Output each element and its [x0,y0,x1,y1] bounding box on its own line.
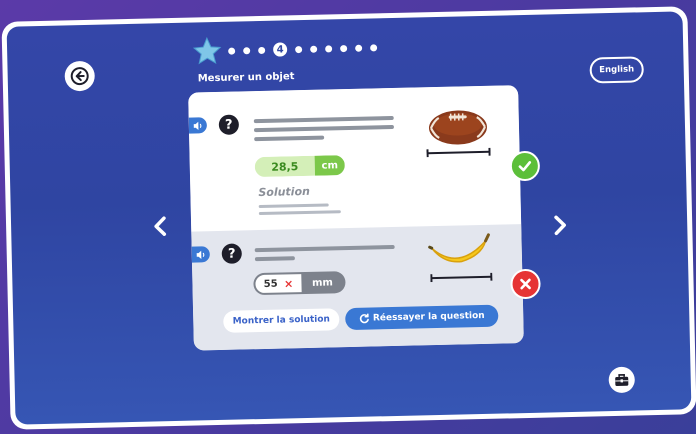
progress-dot-current: 4 [273,42,288,57]
answer-field-incorrect: 55 × mm [253,271,346,296]
answer-field-correct: 28,5 cm [254,155,346,178]
progress-dot [295,45,303,53]
progress-dot [325,44,333,52]
speaker-icon [193,121,201,130]
help-question-icon[interactable]: ? [218,114,240,135]
retry-label: Réessayer la question [372,310,485,324]
football-icon [428,110,487,145]
question-text-line [254,244,395,253]
measure-bar-icon [430,272,493,283]
retry-question-button[interactable]: Réessayer la question [345,304,499,331]
star-icon [192,36,222,65]
question-text-line [254,256,295,262]
retry-icon [359,313,369,324]
page-title: Mesurer un objet [197,71,295,85]
show-solution-button[interactable]: Montrer la solution [223,308,340,333]
answer-value: 55 [263,278,278,290]
arrow-left-icon [70,67,89,86]
toolbox-icon [615,373,629,386]
answer-unit: mm [311,276,334,289]
audio-button[interactable] [191,246,210,263]
progress-dot [370,43,378,51]
progress-dot [355,44,363,52]
chevron-right-icon[interactable] [551,214,569,236]
progress-dot [310,45,318,53]
question-text-line [254,135,325,142]
app-frame: 4 Mesurer un objet English ? 28,5 cm Sol… [1,6,696,430]
solution-text-line [258,203,329,209]
solution-text-line [258,210,341,216]
answer-value-box: 55 × [255,274,302,294]
help-question-icon[interactable]: ? [221,243,243,264]
speaker-icon [196,250,204,259]
measure-bar-icon [426,147,491,158]
toolbox-button[interactable] [608,366,636,394]
progress-indicator: 4 [192,32,380,66]
question-review-card: ? 28,5 cm Solution ? 55 × mm Montrer la … [188,85,524,351]
answer-value: 28,5 [254,155,316,178]
question-1: ? 28,5 cm Solution [188,85,522,232]
progress-dot [228,47,236,55]
audio-button[interactable] [188,117,208,134]
wrong-mark-icon: × [283,276,294,290]
progress-dot [243,46,251,54]
question-text-line [253,124,394,133]
answer-unit: cm [314,155,346,176]
question-text-line [253,115,394,124]
correct-check-icon [509,150,541,182]
progress-dot [340,44,348,52]
question-2: ? 55 × mm Montrer la solution Réessayer … [191,224,524,351]
back-button[interactable] [64,60,96,92]
solution-label: Solution [258,184,311,200]
language-button[interactable]: English [589,56,644,84]
incorrect-cross-icon [510,268,541,300]
progress-dot [258,46,266,54]
chevron-left-icon[interactable] [151,215,169,237]
banana-icon [428,233,490,263]
app-screen: 4 Mesurer un objet English ? 28,5 cm Sol… [6,11,692,425]
